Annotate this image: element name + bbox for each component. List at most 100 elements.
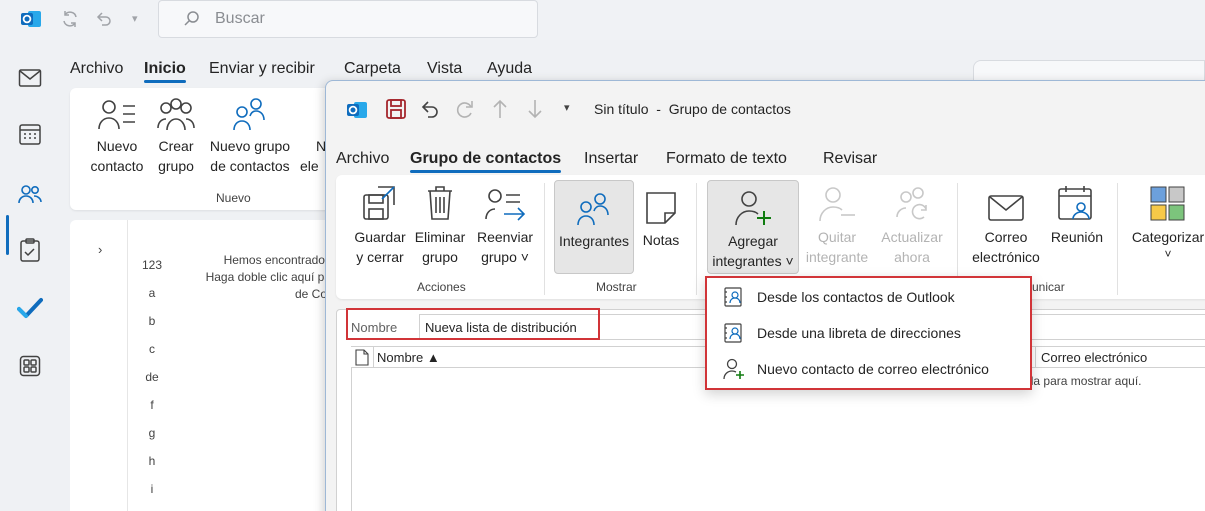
column-header-email[interactable]: Correo electrónico [1041, 350, 1147, 365]
alphabet-index-item[interactable]: i [140, 482, 164, 496]
search-input[interactable]: Buscar [158, 0, 538, 38]
add-members-button[interactable]: Agregar integrantes ˅ [707, 180, 799, 274]
empty-message-line: de Co [294, 287, 327, 301]
members-icon [577, 193, 609, 226]
group-label-acciones: Acciones [417, 280, 466, 294]
menu-item-label: Desde una libreta de direcciones [757, 325, 961, 341]
redo-icon[interactable] [454, 98, 476, 123]
tab-formato-de-texto[interactable]: Formato de texto [666, 150, 787, 168]
button-label: grupo [158, 158, 194, 174]
apps-icon[interactable] [16, 352, 44, 380]
header-divider [373, 347, 374, 367]
trash-icon [428, 186, 452, 220]
empty-message-line: Hemos encontrado n [223, 253, 335, 267]
button-label: Eliminar [414, 229, 466, 245]
search-placeholder: Buscar [215, 10, 265, 27]
menu-tab-carpeta[interactable]: Carpeta [344, 60, 401, 78]
alphabet-index-item[interactable]: 123 [140, 258, 164, 272]
add-member-icon [735, 191, 771, 226]
button-label: Nuevo grupo [209, 138, 291, 154]
button-label: Correo [984, 229, 1028, 245]
calendar-icon[interactable] [16, 120, 44, 148]
forward-group-icon [485, 189, 526, 221]
remove-member-icon [819, 187, 855, 222]
add-members-dropdown: Desde los contactos de Outlook Desde una… [705, 276, 1032, 390]
menu-tab-archivo[interactable]: Archivo [70, 60, 123, 78]
tab-revisar[interactable]: Revisar [823, 150, 877, 168]
sync-icon[interactable] [60, 9, 80, 32]
menu-tab-inicio[interactable]: Inicio [144, 60, 186, 83]
button-label: Nuevo [96, 138, 138, 154]
forward-group-button[interactable]: Reenviar grupo ˅ [470, 177, 540, 267]
menu-item-from-outlook-contacts[interactable]: Desde los contactos de Outlook [723, 284, 955, 310]
categorize-button[interactable]: Categorizar ˅ [1126, 177, 1205, 261]
new-contact-button[interactable]: Nuevo contacto [82, 94, 152, 176]
menu-item-new-email-contact[interactable]: Nuevo contacto de correo electrónico [723, 356, 989, 382]
search-icon [184, 11, 199, 26]
tab-insertar[interactable]: Insertar [584, 150, 638, 168]
expand-chevron-icon[interactable]: › [98, 242, 102, 257]
update-now-button[interactable]: Actualizar ahora [876, 177, 948, 267]
alphabet-index-item[interactable]: de [140, 370, 164, 384]
separator [544, 183, 545, 295]
mail-icon[interactable] [16, 64, 44, 92]
meeting-button[interactable]: Reunión [1048, 177, 1106, 247]
menu-tab-ayuda[interactable]: Ayuda [487, 60, 532, 78]
alphabet-index-item[interactable]: h [140, 454, 164, 468]
alphabet-index-item[interactable]: f [140, 398, 164, 412]
button-label: Notas [642, 232, 680, 248]
undo-icon[interactable] [419, 98, 441, 123]
delete-group-button[interactable]: Eliminar grupo [410, 177, 470, 267]
arrow-up-icon[interactable] [491, 98, 509, 123]
members-button[interactable]: Integrantes [554, 180, 634, 274]
button-label: Quitar [817, 229, 857, 245]
separator [1117, 183, 1118, 295]
address-book-icon [724, 323, 742, 343]
outlook-logo-icon [20, 8, 42, 33]
tasks-icon[interactable] [16, 236, 44, 264]
meeting-icon [1058, 186, 1092, 220]
undo-icon[interactable] [94, 9, 114, 32]
save-and-close-button[interactable]: Guardar y cerrar [344, 177, 416, 267]
new-contact-group-button[interactable]: Nuevo grupo de contactos [204, 94, 296, 176]
notes-icon [646, 192, 676, 224]
menu-tab-vista[interactable]: Vista [427, 60, 462, 78]
menu-item-label: Desde los contactos de Outlook [757, 289, 955, 305]
create-group-button[interactable]: Crear grupo [152, 94, 200, 176]
remove-member-button[interactable]: Quitar integrante [802, 177, 872, 267]
header-divider [1035, 347, 1036, 367]
name-highlight-box [346, 308, 600, 340]
tab-archivo[interactable]: Archivo [336, 150, 389, 168]
button-label: grupo ˅ [481, 249, 529, 265]
button-label: Crear [158, 138, 194, 154]
add-person-icon [723, 358, 744, 380]
column-header-name[interactable]: Nombre ▲ [377, 350, 440, 365]
alphabet-index-item[interactable]: b [140, 314, 164, 328]
menu-tab-enviar-recibir[interactable]: Enviar y recibir [209, 60, 315, 78]
outlook-logo-icon [346, 99, 368, 124]
todo-icon[interactable] [16, 294, 44, 322]
button-label: Integrantes [558, 233, 630, 249]
customize-toolbar-icon[interactable]: ▾ [564, 101, 570, 114]
people-icon[interactable] [16, 180, 44, 208]
button-label: contacto [90, 158, 144, 174]
alphabet-index-item[interactable]: c [140, 342, 164, 356]
address-book-icon [724, 287, 742, 307]
email-button[interactable]: Correo electrónico [966, 177, 1046, 267]
arrow-down-icon[interactable] [526, 98, 544, 123]
button-label: de contactos [210, 158, 290, 174]
mail-icon [988, 195, 1024, 221]
menu-item-from-address-book[interactable]: Desde una libreta de direcciones [723, 320, 961, 346]
notes-button[interactable]: Notas [636, 180, 686, 250]
menu-item-label: Nuevo contacto de correo electrónico [757, 361, 989, 377]
alphabet-index-item[interactable]: g [140, 426, 164, 440]
quick-access-dropdown-icon[interactable]: ▾ [132, 12, 138, 25]
categorize-icon [1150, 186, 1185, 221]
alphabet-index-item[interactable]: a [140, 286, 164, 300]
tab-grupo-de-contactos[interactable]: Grupo de contactos [410, 150, 562, 173]
title-bar: ▾ Buscar [0, 0, 1205, 40]
group-label-comunicar: unicar [1032, 280, 1065, 294]
button-label: Categorizar [1131, 229, 1205, 245]
save-icon[interactable] [385, 98, 407, 123]
empty-contacts-message[interactable]: Hemos encontrado n Haga doble clic aquí … [175, 252, 335, 303]
